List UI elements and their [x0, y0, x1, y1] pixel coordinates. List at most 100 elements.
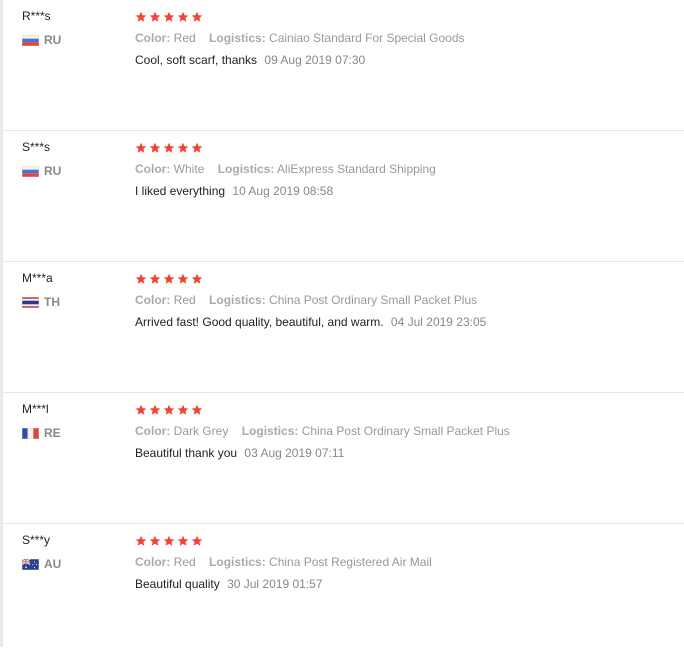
review-list: R***s RU Color: Red Logistics: Cainiao S…: [3, 0, 684, 654]
color-value: White: [173, 162, 205, 176]
reviewer-country: RU: [22, 164, 61, 178]
review-time: 30 Jul 2019 01:57: [227, 577, 323, 591]
reviewer-name: S***s: [22, 140, 51, 154]
star-icon: [163, 142, 175, 154]
star-icon: [149, 535, 161, 547]
star-icon: [191, 273, 203, 285]
logistics-label: Logistics:: [209, 555, 266, 569]
order-info: Color: Red Logistics: Cainiao Standard F…: [135, 31, 684, 45]
color-label: Color:: [135, 424, 171, 438]
star-icon: [177, 404, 189, 416]
order-info: Color: Red Logistics: China Post Ordinar…: [135, 293, 684, 307]
review-item: R***s RU Color: Red Logistics: Cainiao S…: [3, 0, 684, 131]
star-icon: [135, 535, 147, 547]
logistics-value: China Post Registered Air Mail: [269, 555, 432, 569]
star-icon: [149, 142, 161, 154]
review-item: S***y AU Color: Red Logistics: China Pos…: [3, 524, 684, 654]
star-icon: [177, 11, 189, 23]
review-time: 10 Aug 2019 08:58: [232, 184, 334, 198]
country-code: RE: [44, 426, 61, 440]
review-text: Beautiful quality: [135, 577, 220, 591]
color-value: Red: [173, 293, 196, 307]
star-icon: [163, 404, 175, 416]
reviewer-country: RU: [22, 33, 61, 47]
star-icon: [191, 142, 203, 154]
review-text: I liked everything: [135, 184, 226, 198]
review-time: 03 Aug 2019 07:11: [244, 446, 345, 460]
review-content: Color: Red Logistics: China Post Registe…: [135, 533, 684, 591]
star-rating: [135, 402, 684, 418]
logistics-label: Logistics:: [209, 31, 266, 45]
review-text: Cool, soft scarf, thanks: [135, 53, 258, 67]
review-text: Arrived fast! Good quality, beautiful, a…: [135, 315, 384, 329]
russia-flag-icon: [22, 165, 39, 177]
review-feedback: Beautiful quality 30 Jul 2019 01:57: [135, 577, 684, 591]
star-icon: [163, 535, 175, 547]
star-icon: [191, 404, 203, 416]
logistics-value: AliExpress Standard Shipping: [277, 162, 436, 176]
russia-flag-icon: [22, 34, 39, 46]
australia-flag-icon: [22, 558, 39, 570]
logistics-label: Logistics:: [217, 162, 275, 176]
country-code: AU: [44, 557, 62, 571]
logistics-value: China Post Ordinary Small Packet Plus: [301, 424, 510, 438]
star-icon: [135, 273, 147, 285]
star-icon: [177, 273, 189, 285]
color-label: Color:: [135, 555, 171, 569]
star-icon: [135, 404, 147, 416]
order-info: Color: White Logistics: AliExpress Stand…: [135, 162, 684, 176]
star-icon: [191, 11, 203, 23]
logistics-label: Logistics:: [209, 293, 266, 307]
star-icon: [177, 535, 189, 547]
review-feedback: Cool, soft scarf, thanks 09 Aug 2019 07:…: [135, 53, 684, 67]
review-feedback: Beautiful thank you 03 Aug 2019 07:11: [135, 446, 684, 460]
review-item: M***l RE Color: Dark Grey Logistics: Chi…: [3, 393, 684, 524]
review-content: Color: Dark Grey Logistics: China Post O…: [135, 402, 684, 460]
reviewer-country: RE: [22, 426, 61, 440]
logistics-label: Logistics:: [241, 424, 299, 438]
color-label: Color:: [135, 293, 171, 307]
star-icon: [149, 11, 161, 23]
star-rating: [135, 9, 684, 25]
reviewer-country: AU: [22, 557, 61, 571]
country-code: RU: [44, 33, 62, 47]
order-info: Color: Dark Grey Logistics: China Post O…: [135, 424, 684, 438]
reviewer-name: M***l: [22, 402, 49, 416]
color-value: Red: [173, 31, 196, 45]
color-label: Color:: [135, 162, 171, 176]
reviewer-name: R***s: [22, 9, 51, 23]
star-icon: [163, 273, 175, 285]
review-content: Color: Red Logistics: Cainiao Standard F…: [135, 9, 684, 67]
logistics-value: Cainiao Standard For Special Goods: [269, 31, 465, 45]
review-content: Color: Red Logistics: China Post Ordinar…: [135, 271, 684, 329]
order-info: Color: Red Logistics: China Post Registe…: [135, 555, 684, 569]
reviewer-name: M***a: [22, 271, 53, 285]
star-icon: [177, 142, 189, 154]
review-feedback: Arrived fast! Good quality, beautiful, a…: [135, 315, 684, 329]
review-item: M***a TH Color: Red Logistics: China Pos…: [3, 262, 684, 393]
logistics-value: China Post Ordinary Small Packet Plus: [269, 293, 478, 307]
color-value: Red: [173, 555, 196, 569]
star-icon: [191, 535, 203, 547]
star-icon: [149, 273, 161, 285]
review-item: S***s RU Color: White Logistics: AliExpr…: [3, 131, 684, 262]
country-code: RU: [44, 164, 62, 178]
star-rating: [135, 533, 684, 549]
review-text: Beautiful thank you: [135, 446, 238, 460]
review-time: 04 Jul 2019 23:05: [390, 315, 487, 329]
country-code: TH: [44, 295, 60, 309]
reunion-flag-icon: [22, 427, 39, 439]
color-value: Dark Grey: [173, 424, 229, 438]
star-icon: [135, 142, 147, 154]
reviews-panel: R***s RU Color: Red Logistics: Cainiao S…: [0, 0, 684, 647]
review-content: Color: White Logistics: AliExpress Stand…: [135, 140, 684, 198]
color-label: Color:: [135, 31, 171, 45]
star-icon: [135, 11, 147, 23]
star-icon: [149, 404, 161, 416]
reviewer-country: TH: [22, 295, 60, 309]
star-rating: [135, 271, 684, 287]
star-rating: [135, 140, 684, 156]
star-icon: [163, 11, 175, 23]
review-feedback: I liked everything 10 Aug 2019 08:58: [135, 184, 684, 198]
review-time: 09 Aug 2019 07:30: [264, 53, 366, 67]
